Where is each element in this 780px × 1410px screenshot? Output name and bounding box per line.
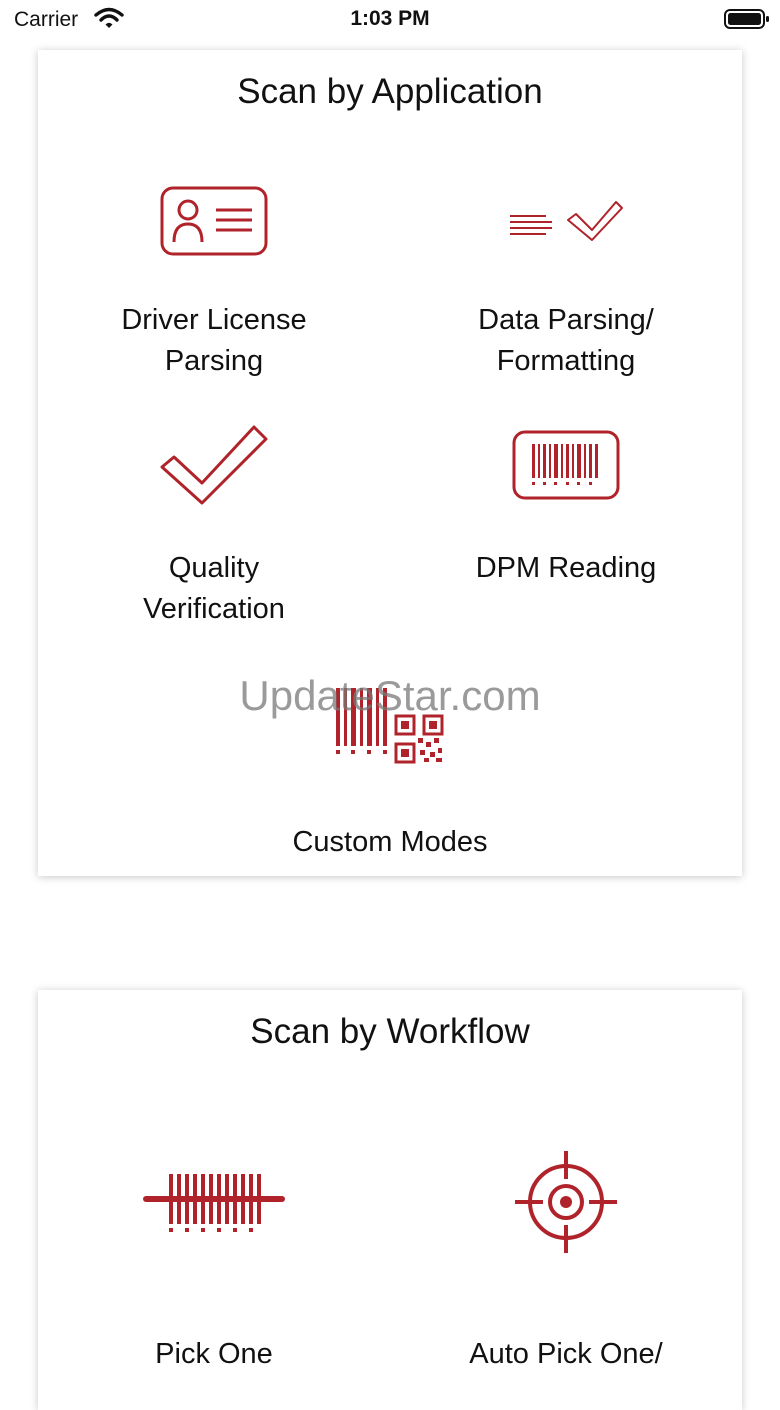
lines-check-icon [510,201,623,241]
quality-verification-label: Quality Verification [143,552,285,625]
id-card-icon [160,186,268,256]
data-parsing-formatting-tile[interactable]: Data Parsing/ Formatting [390,170,742,390]
barcode-laser-icon [143,1174,285,1232]
data-parsing-formatting-label: Data Parsing/ Formatting [478,304,654,377]
auto-pick-one-label: Auto Pick One/ [469,1338,663,1370]
driver-license-parsing-label: Driver License Parsing [121,304,307,377]
custom-modes-tile[interactable]: Custom Modes [214,660,566,870]
dpm-reading-tile[interactable]: DPM Reading [390,414,742,634]
scan-by-application-title: Scan by Application [237,72,543,111]
auto-pick-one-tile[interactable]: Auto Pick One/ [390,1140,742,1380]
custom-modes-label: Custom Modes [292,826,488,858]
driver-license-parsing-tile[interactable]: Driver License Parsing [38,170,390,390]
scan-by-application-card: Scan by Application Driver License Parsi… [38,50,742,876]
pick-one-label: Pick One [155,1338,273,1370]
status-bar: Carrier 1:03 PM [0,0,780,40]
pick-one-tile[interactable]: Pick One [38,1140,390,1380]
scan-by-workflow-card: Scan by Workflow Pick One Auto Pick One/ [38,990,742,1410]
crosshair-target-icon [515,1151,617,1253]
barcode-frame-icon [512,430,620,500]
quality-verification-tile[interactable]: Quality Verification [38,414,390,634]
status-time: 1:03 PM [350,7,430,30]
checkmark-icon [160,425,268,505]
barcode-qr-icon [336,688,444,764]
dpm-reading-label: DPM Reading [475,552,657,584]
battery-icon [724,9,769,29]
scan-by-workflow-title: Scan by Workflow [250,1012,530,1051]
